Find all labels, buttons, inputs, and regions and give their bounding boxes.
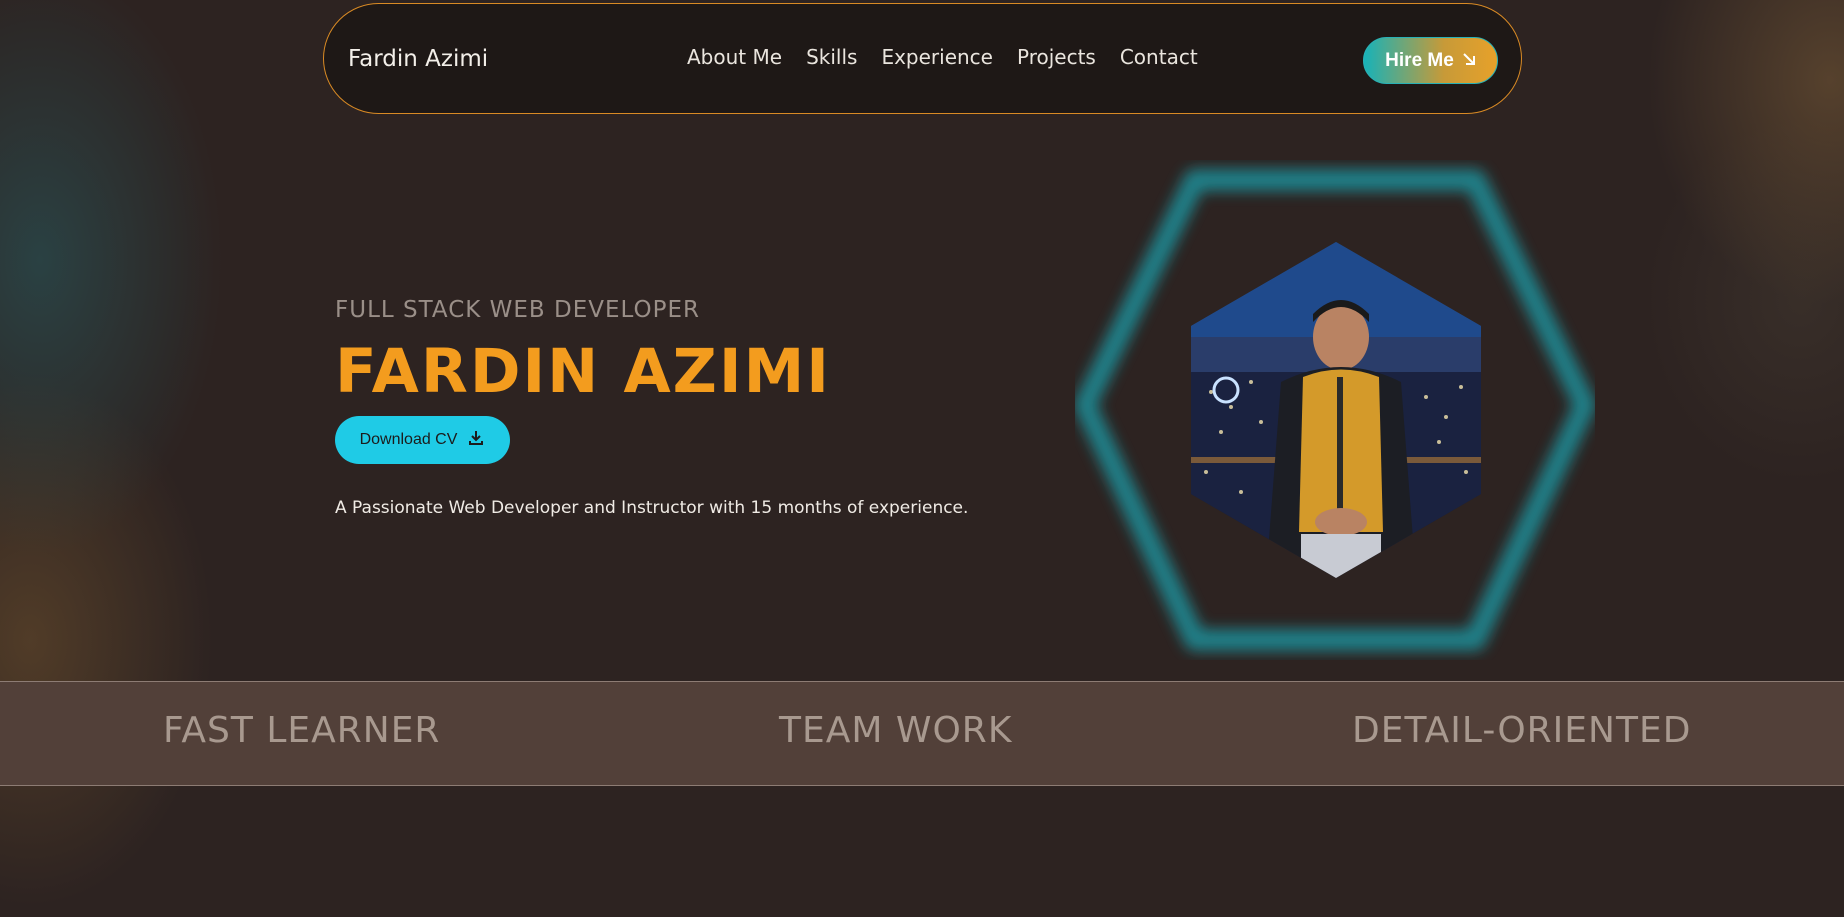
nav-link-skills[interactable]: Skills (806, 45, 857, 69)
download-cv-button[interactable]: Download CV (335, 416, 510, 464)
download-icon (467, 429, 485, 452)
nav-link-contact[interactable]: Contact (1120, 45, 1198, 69)
qualities-strip: FAST LEARNER TEAM WORK DETAIL-ORIENTED (0, 681, 1844, 786)
quality-team-work: TEAM WORK (779, 710, 1013, 751)
brand-name[interactable]: Fardin Azimi (348, 46, 488, 72)
quality-fast-learner: FAST LEARNER (163, 710, 441, 751)
hero-title: FARDIN AZIMI (335, 336, 832, 407)
nav-link-projects[interactable]: Projects (1017, 45, 1096, 69)
hero-subtitle: FULL STACK WEB DEVELOPER (335, 297, 701, 323)
nav-link-experience[interactable]: Experience (881, 45, 993, 69)
hire-me-label: Hire Me (1385, 49, 1454, 71)
hero-description: A Passionate Web Developer and Instructo… (335, 498, 969, 518)
download-cv-label: Download CV (359, 431, 458, 448)
quality-detail-oriented: DETAIL-ORIENTED (1352, 710, 1692, 751)
nav-link-about-me[interactable]: About Me (687, 45, 782, 69)
arrow-down-right-icon (1462, 50, 1476, 72)
top-navbar: Fardin Azimi About Me Skills Experience … (323, 3, 1522, 114)
nav-links: About Me Skills Experience Projects Cont… (687, 45, 1198, 69)
hire-me-button[interactable]: Hire Me (1363, 37, 1498, 84)
